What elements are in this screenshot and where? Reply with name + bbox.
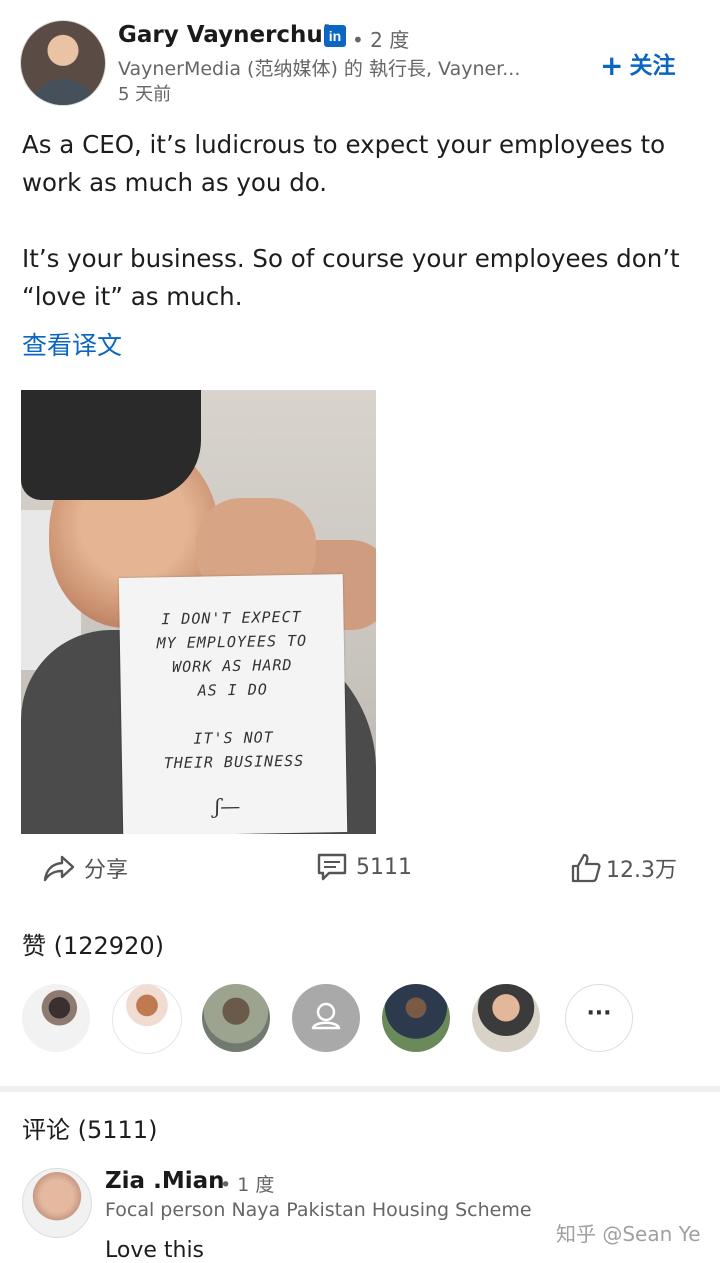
like-button[interactable]: 12.3万 [570,852,677,884]
likes-title: 赞 (122920) [22,932,164,960]
liker-avatar[interactable] [112,984,182,1054]
commenter-headline: Focal person Naya Pakistan Housing Schem… [105,1199,532,1221]
commenter-avatar[interactable] [22,1168,92,1238]
liker-avatar[interactable] [382,984,450,1052]
liker-avatar[interactable] [22,984,90,1052]
share-icon [43,855,75,882]
connection-degree: • 2 度 [352,28,410,52]
author-headline: VaynerMedia (范纳媒体) 的 執行長, Vayner... [118,58,521,80]
person-icon [311,1002,341,1030]
commenter-name[interactable]: Zia .Mian [105,1168,225,1194]
author-name[interactable]: Gary Vaynerchuk [118,22,338,48]
comment-icon [317,853,347,881]
liker-avatar[interactable] [472,984,540,1052]
commenter-degree: • 1 度 [220,1174,275,1196]
author-avatar[interactable] [20,20,106,106]
comments-title: 评论 (5111) [22,1116,158,1144]
comment-button[interactable]: 5111 [316,852,412,882]
follow-button[interactable]: + 关注 [600,46,675,82]
watermark: 知乎 @Sean Ye [556,1222,701,1246]
liker-avatar-placeholder[interactable] [292,984,360,1052]
follow-label: 关注 [629,53,676,79]
more-likers-button[interactable]: ··· [565,984,633,1052]
post-time: 5 天前 [118,84,172,105]
comment-count: 5111 [356,854,412,880]
plus-icon: + [600,49,624,82]
post-paragraph: It’s your business. So of course your em… [22,244,680,311]
share-label: 分享 [84,858,129,883]
handwritten-sign: I DON'T EXPECT MY EMPLOYEES TO WORK AS H… [118,574,348,834]
share-button[interactable]: 分享 [42,852,128,884]
thumbs-up-icon [571,853,601,883]
post-image[interactable]: I DON'T EXPECT MY EMPLOYEES TO WORK AS H… [21,390,376,834]
liker-avatar[interactable] [202,984,270,1052]
linkedin-icon: in [324,25,346,47]
sign-line: THEIR BUSINESS [163,751,305,773]
like-count: 12.3万 [606,858,677,883]
post-paragraph: As a CEO, it’s ludicrous to expect your … [22,130,666,197]
section-divider [0,1086,720,1092]
post-body: As a CEO, it’s ludicrous to expect your … [22,126,702,354]
comment-text: Love this [105,1238,205,1263]
signature: ʃ— [214,793,241,819]
see-translation-link[interactable]: 查看译文 [22,326,122,362]
